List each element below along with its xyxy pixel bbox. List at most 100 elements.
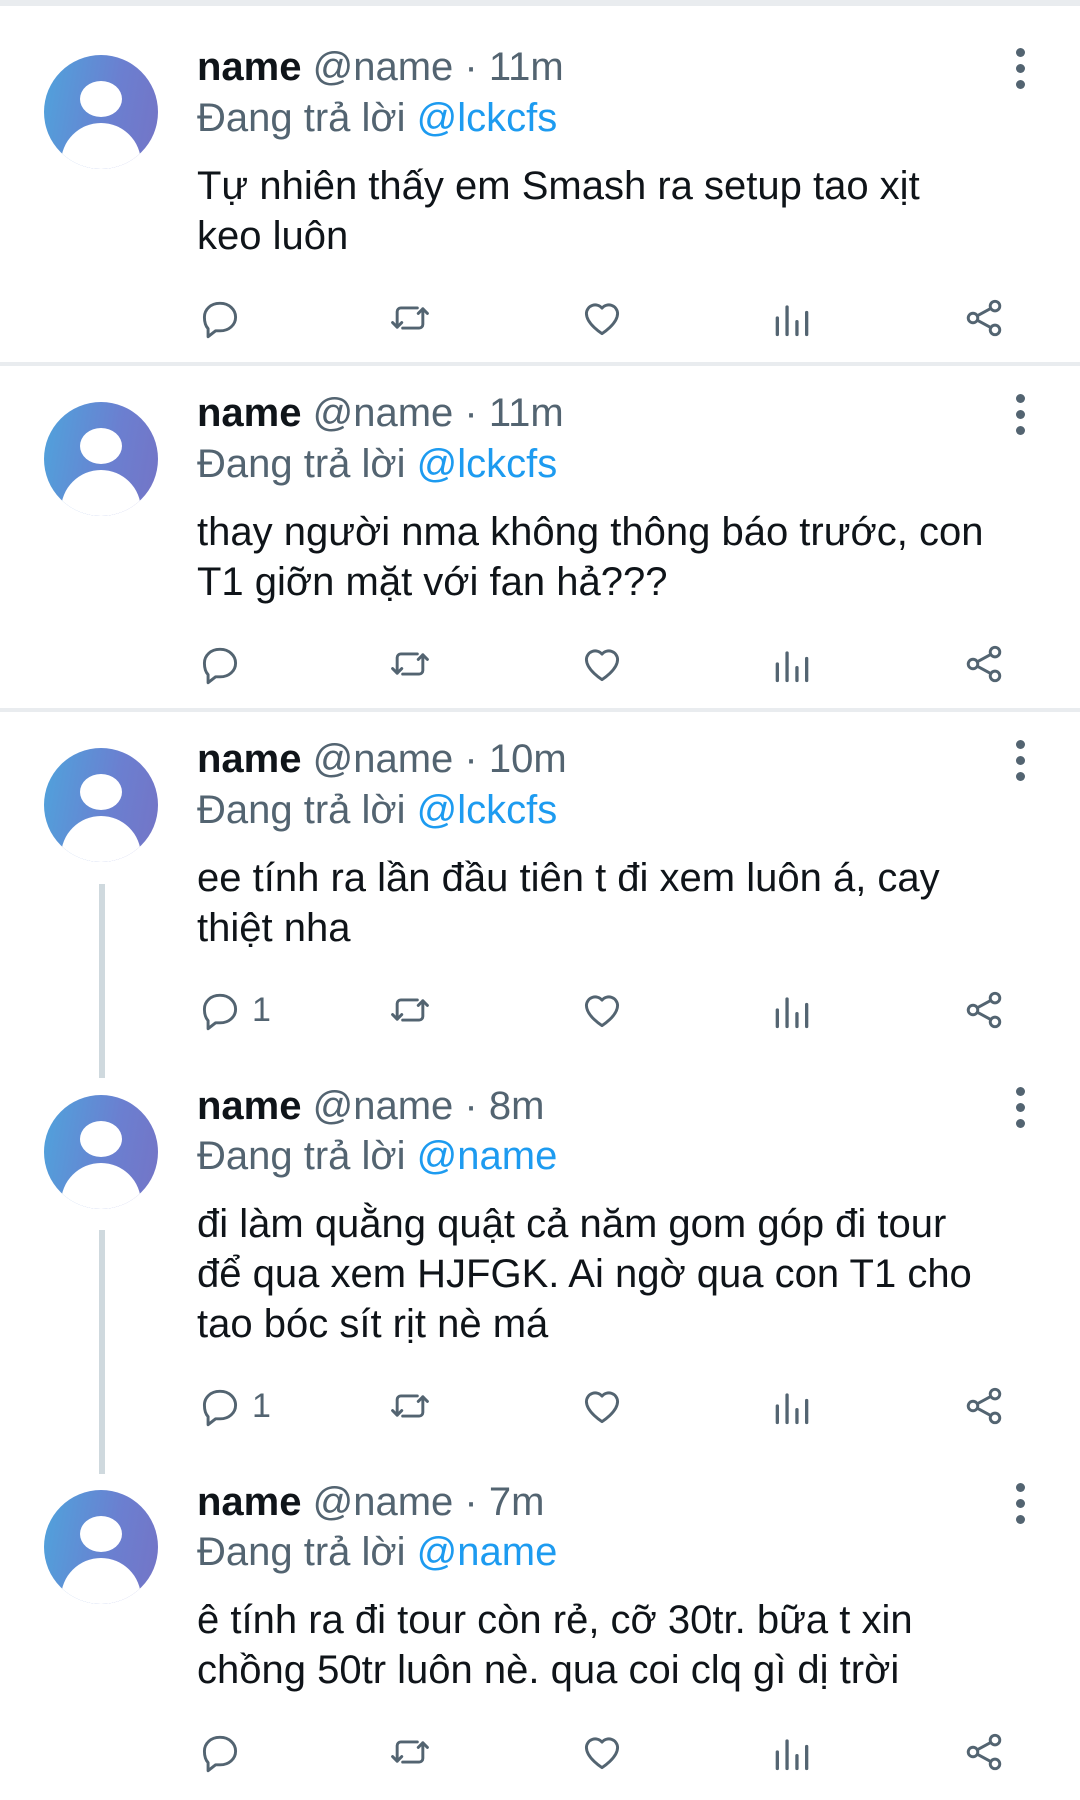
timestamp[interactable]: 11m xyxy=(489,391,564,435)
tweet-divider xyxy=(0,362,1080,366)
user-handle[interactable]: @name xyxy=(313,737,454,781)
separator: · xyxy=(464,391,478,435)
reply-button[interactable]: 1 xyxy=(198,980,271,1040)
views-button[interactable] xyxy=(770,980,814,1040)
tweet-header: name @name · 8m xyxy=(197,1081,544,1131)
retweet-icon xyxy=(391,1394,429,1418)
share-button[interactable] xyxy=(962,980,1006,1040)
mention-link[interactable]: @name xyxy=(417,1530,558,1574)
views-button[interactable] xyxy=(770,1376,814,1436)
tweet-text-line: keo luôn xyxy=(197,214,349,258)
tweet-header: name @name · 7m xyxy=(197,1477,544,1527)
replying-to: Đang trả lời @name xyxy=(197,1527,557,1577)
mention-link[interactable]: @lckcfs xyxy=(417,96,558,140)
share-button[interactable] xyxy=(962,1722,1006,1782)
tweet-text-line: chồng 50tr luôn nè. qua coi clq gì dị tr… xyxy=(197,1648,900,1692)
more-vertical-icon[interactable] xyxy=(1000,1082,1040,1132)
replying-to-label: Đang trả lời xyxy=(197,1530,406,1574)
more-vertical-icon[interactable] xyxy=(1000,1478,1040,1528)
retweet-button[interactable] xyxy=(388,980,432,1040)
top-divider xyxy=(0,0,1080,6)
retweet-button[interactable] xyxy=(388,1722,432,1782)
user-handle[interactable]: @name xyxy=(313,45,454,89)
analytics-icon xyxy=(775,1739,809,1771)
reply-button[interactable] xyxy=(198,288,252,348)
more-vertical-icon[interactable] xyxy=(1000,389,1040,439)
tweet-text-line: để qua xem HJFGK. Ai ngờ qua con T1 cho xyxy=(197,1252,972,1296)
views-button[interactable] xyxy=(770,288,814,348)
tweet-text: ee tính ra lần đầu tiên t đi xem luôn á,… xyxy=(197,853,1057,953)
avatar[interactable] xyxy=(44,55,158,169)
reply-icon xyxy=(202,1389,238,1427)
views-button[interactable] xyxy=(770,1722,814,1782)
tweet-text-line: thay người nma không thông báo trước, co… xyxy=(197,510,984,554)
analytics-icon xyxy=(775,305,809,337)
display-name[interactable]: name xyxy=(197,391,302,435)
user-handle[interactable]: @name xyxy=(313,1480,454,1524)
retweet-button[interactable] xyxy=(388,634,432,694)
tweet-text-line: ee tính ra lần đầu tiên t đi xem luôn á,… xyxy=(197,856,940,900)
timestamp[interactable]: 11m xyxy=(489,45,564,89)
reply-button[interactable] xyxy=(198,1722,252,1782)
display-name[interactable]: name xyxy=(197,1084,302,1128)
share-icon xyxy=(966,991,1002,1029)
heart-icon xyxy=(584,1391,620,1424)
timestamp[interactable]: 8m xyxy=(489,1084,545,1128)
heart-icon xyxy=(584,649,620,682)
retweet-button[interactable] xyxy=(388,1376,432,1436)
replying-to: Đang trả lời @lckcfs xyxy=(197,93,557,143)
reply-button[interactable] xyxy=(198,634,252,694)
retweet-button[interactable] xyxy=(388,288,432,348)
timestamp[interactable]: 7m xyxy=(489,1480,545,1524)
retweet-icon xyxy=(391,652,429,676)
user-handle[interactable]: @name xyxy=(313,391,454,435)
reply-icon xyxy=(202,1735,238,1773)
heart-icon xyxy=(584,995,620,1028)
more-vertical-icon[interactable] xyxy=(1000,735,1040,785)
like-button[interactable] xyxy=(580,634,624,694)
more-vertical-icon[interactable] xyxy=(1000,43,1040,93)
reply-button[interactable]: 1 xyxy=(198,1376,271,1436)
like-button[interactable] xyxy=(580,980,624,1040)
action-bar: 1 xyxy=(0,1376,1080,1436)
mention-link[interactable]: @name xyxy=(417,1134,558,1178)
display-name[interactable]: name xyxy=(197,45,302,89)
avatar[interactable] xyxy=(44,1490,158,1604)
replying-to-label: Đang trả lời xyxy=(197,788,406,832)
tweet-text-line: ê tính ra đi tour còn rẻ, cỡ 30tr. bữa t… xyxy=(197,1598,913,1642)
separator: · xyxy=(464,1084,478,1128)
separator: · xyxy=(464,737,478,781)
like-button[interactable] xyxy=(580,1376,624,1436)
views-button[interactable] xyxy=(770,634,814,694)
share-button[interactable] xyxy=(962,634,1006,694)
tweet-divider xyxy=(0,708,1080,712)
tweet-text-line: tao bóc sít rịt nè má xyxy=(197,1302,549,1346)
display-name[interactable]: name xyxy=(197,737,302,781)
mention-link[interactable]: @lckcfs xyxy=(417,788,558,832)
share-button[interactable] xyxy=(962,288,1006,348)
like-button[interactable] xyxy=(580,1722,624,1782)
tweet-text-line: thiệt nha xyxy=(197,906,351,950)
retweet-icon xyxy=(391,306,429,330)
like-button[interactable] xyxy=(580,288,624,348)
avatar[interactable] xyxy=(44,402,158,516)
separator: · xyxy=(464,45,478,89)
heart-icon xyxy=(584,303,620,336)
timestamp[interactable]: 10m xyxy=(489,737,567,781)
user-handle[interactable]: @name xyxy=(313,1084,454,1128)
share-icon xyxy=(966,1733,1002,1771)
tweet-text: thay người nma không thông báo trước, co… xyxy=(197,507,1057,607)
tweet-text-line: T1 giỡn mặt với fan hả??? xyxy=(197,560,668,604)
mention-link[interactable]: @lckcfs xyxy=(417,442,558,486)
action-bar xyxy=(0,288,1080,348)
tweet-text: Tự nhiên thấy em Smash ra setup tao xịt … xyxy=(197,161,1057,261)
display-name[interactable]: name xyxy=(197,1480,302,1524)
tweet-text-line: Tự nhiên thấy em Smash ra setup tao xịt xyxy=(197,164,920,208)
action-bar xyxy=(0,634,1080,694)
avatar[interactable] xyxy=(44,748,158,862)
replying-to-label: Đang trả lời xyxy=(197,96,406,140)
avatar[interactable] xyxy=(44,1095,158,1209)
share-button[interactable] xyxy=(962,1376,1006,1436)
action-bar xyxy=(0,1722,1080,1782)
action-bar: 1 xyxy=(0,980,1080,1040)
